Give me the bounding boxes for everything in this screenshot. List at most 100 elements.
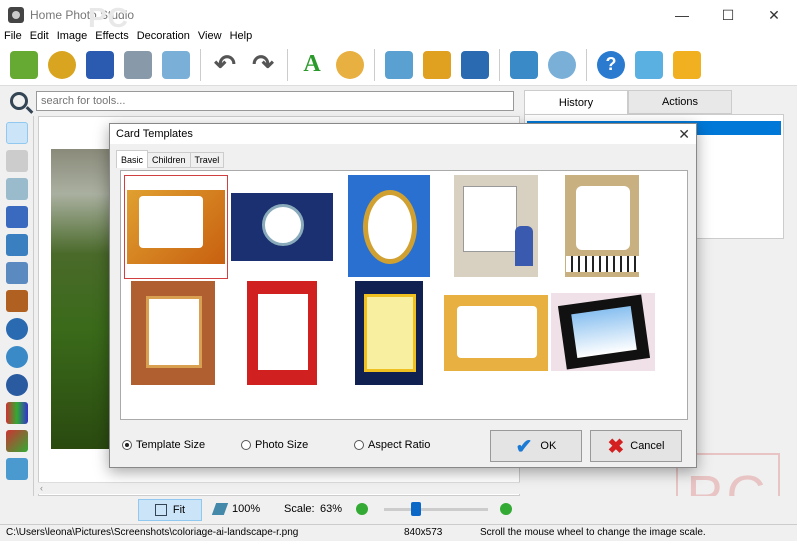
scale-slider-thumb[interactable] [411,502,421,516]
home-icon[interactable] [635,50,663,79]
palette-icon[interactable] [336,50,364,79]
image-dimensions: 840x573 [404,527,443,538]
title-bar: Home Photo Studio PC — ☐ ✕ [0,0,797,33]
template-item[interactable] [355,281,423,385]
landscape-icon[interactable] [461,50,489,79]
minimize-button[interactable]: — [659,0,705,30]
search-input[interactable] [36,91,514,111]
open-folder-icon[interactable] [10,50,38,79]
help-icon[interactable]: ? [597,50,625,79]
stamp-icon[interactable] [5,290,28,312]
dialog-title-bar: Card Templates ✕ [110,124,696,144]
card-templates-dialog: Card Templates ✕ Basic Children Travel T… [109,123,697,468]
dialog-title: Card Templates [116,128,193,140]
tab-travel[interactable]: Travel [189,152,225,168]
menu-help[interactable]: Help [226,30,257,44]
contrast-icon[interactable] [5,318,28,340]
aspect-ratio-option[interactable]: Aspect Ratio [354,439,430,451]
check-icon: ✔ [515,435,533,458]
cancel-button[interactable]: ✖ Cancel [590,430,682,462]
menu-effects[interactable]: Effects [91,30,132,44]
zoom-in-icon[interactable] [500,503,512,515]
zoom-100-icon [211,503,229,515]
pointer-icon[interactable] [5,122,28,144]
red-eye-icon[interactable] [5,374,28,396]
tool-search-bar [0,86,520,116]
template-size-label: Template Size [136,439,206,451]
brush-icon[interactable] [5,206,28,228]
horizontal-scrollbar[interactable]: ‹ [38,482,520,494]
shop-icon[interactable] [673,50,701,79]
template-item[interactable] [348,175,430,277]
drop-icon[interactable] [5,234,28,256]
eraser-icon[interactable] [5,458,28,480]
aspect-ratio-radio[interactable] [354,440,364,450]
fit-screen-icon[interactable] [510,50,538,79]
actual-size-icon[interactable] [548,50,576,79]
photo-size-label: Photo Size [255,439,309,451]
template-size-option[interactable]: Template Size [122,439,205,451]
scale-label: Scale: [284,503,315,515]
close-button[interactable]: ✕ [751,0,797,30]
fit-button[interactable]: Fit [138,499,202,521]
search-icon [10,92,28,110]
scale-slider-track[interactable] [384,508,488,511]
ok-label: OK [540,440,557,452]
template-item[interactable] [247,281,317,385]
tab-actions[interactable]: Actions [628,90,732,114]
template-gallery [120,170,688,420]
status-bar: C:\Users\leona\Pictures\Screenshots\colo… [0,524,797,541]
dialog-close-icon[interactable]: ✕ [678,126,690,143]
redo-icon[interactable]: ↷ [249,49,277,79]
cancel-icon: ✖ [607,435,625,458]
print-preview-icon[interactable] [162,50,190,79]
maximize-button[interactable]: ☐ [705,0,751,30]
tab-history[interactable]: History [524,90,628,114]
browse-icon[interactable] [48,50,76,79]
template-item[interactable] [444,295,548,371]
template-item[interactable] [551,293,655,371]
menu-edit[interactable]: Edit [26,30,53,44]
scale-value: 63% [320,503,343,515]
undo-icon[interactable]: ↶ [211,49,239,79]
color-levels-icon[interactable] [5,402,28,424]
template-item[interactable] [454,175,538,277]
image-icon[interactable] [385,50,413,79]
main-toolbar: ↶ ↷ A ? [0,44,797,86]
template-item[interactable] [565,175,640,277]
aspect-ratio-label: Aspect Ratio [368,439,431,451]
replace-color-icon[interactable] [5,430,28,452]
menu-file[interactable]: File [0,30,26,44]
left-toolbar [0,116,34,496]
menu-bar: File Edit Image Effects Decoration View … [0,30,797,44]
fit-label: Fit [172,504,186,516]
template-item[interactable] [231,193,333,261]
template-size-radio[interactable] [122,440,132,450]
zoom-out-icon[interactable] [356,503,368,515]
zoom-icon[interactable] [5,178,28,200]
print-icon[interactable] [124,50,152,79]
eye-icon[interactable] [5,346,28,368]
save-icon[interactable] [86,50,114,79]
template-item[interactable] [124,175,228,279]
photo-size-radio[interactable] [241,440,251,450]
zoom-100-label: 100% [232,503,261,515]
menu-view[interactable]: View [194,30,226,44]
menu-image[interactable]: Image [53,30,92,44]
status-message: Scroll the mouse wheel to change the ima… [480,527,706,538]
tab-children[interactable]: Children [147,152,191,168]
ok-button[interactable]: ✔ OK [490,430,582,462]
text-tool-icon[interactable]: A [298,50,326,79]
menu-decoration[interactable]: Decoration [133,30,194,44]
hand-icon[interactable] [5,150,28,172]
photo-size-option[interactable]: Photo Size [241,439,308,451]
app-icon [8,7,24,23]
sharpen-icon[interactable] [5,262,28,284]
file-path: C:\Users\leona\Pictures\Screenshots\colo… [6,527,299,538]
zoom-bar: Fit 100% Scale: 63% [0,496,797,524]
frame-icon[interactable] [423,50,451,79]
fit-icon [154,504,167,516]
actual-size-button[interactable]: 100% [211,503,261,515]
template-item[interactable] [131,281,215,385]
tab-basic[interactable]: Basic [116,150,149,168]
